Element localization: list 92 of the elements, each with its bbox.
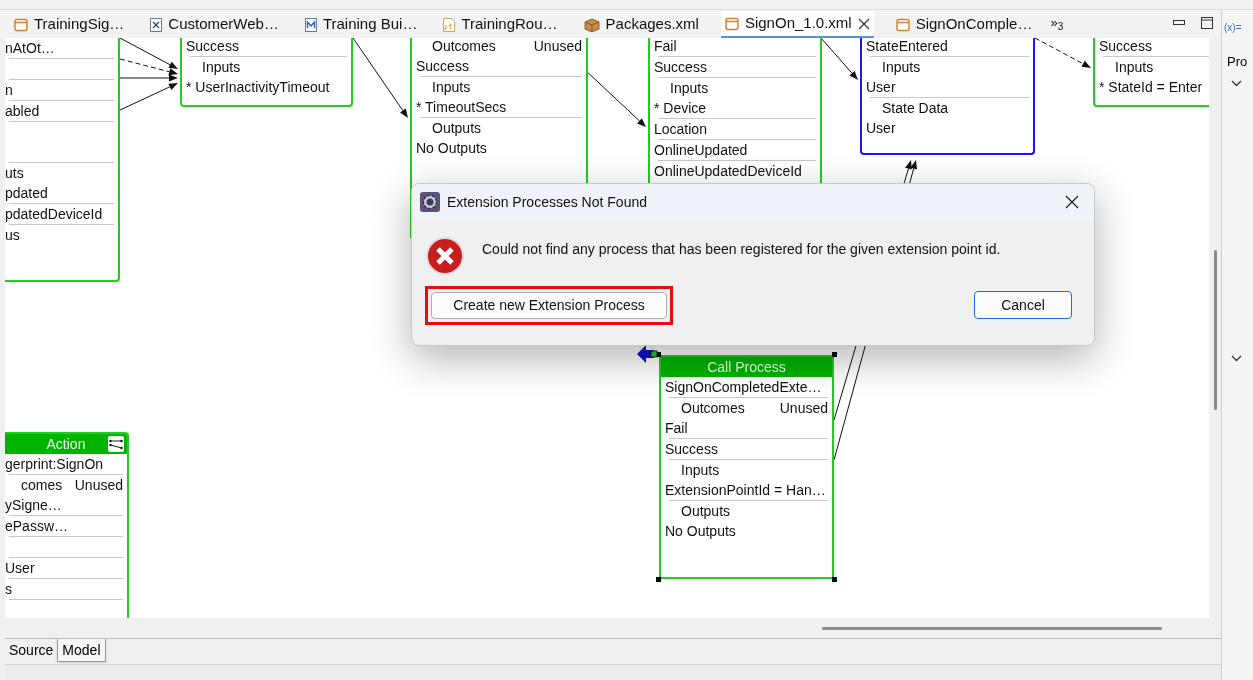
process-node[interactable]: Success Inputs * StateId = Enter [1093,38,1209,107]
node-row-text: uts [5,164,25,183]
panel-heading: Pro [1226,53,1249,71]
node-row-text: * TimeoutSecs [416,98,508,117]
editor-tab[interactable]: Packages.xml [579,11,703,38]
node-row-text: abled [5,102,41,121]
node-row-text: OnlineUpdated [654,141,749,160]
node-header: Action [5,434,127,454]
section-heading: Inputs [201,58,242,77]
window-icon [895,17,910,32]
section-heading: Outcomes [680,399,745,418]
node-row-text: No Outputs [665,522,737,541]
node-row-text: gerprint:SignOn [5,455,105,474]
process-node[interactable]: StateEntered Inputs User State Data User [860,38,1035,155]
node-row-text: ePassw… [5,517,70,536]
node-row-text: Success [665,440,719,459]
variables-label[interactable]: (x)= [1222,10,1253,35]
editor-tab[interactable]: TrainingSig… [10,11,129,38]
resize-handle[interactable] [656,577,661,582]
node-row-text: ySigne… [5,496,63,515]
dialog-button[interactable]: Create new Extension Process [431,291,667,319]
section-heading: Inputs [680,461,721,480]
node-row-text: pdatedDeviceId [5,205,104,224]
node-row-text: * Device [654,99,708,118]
box-icon [583,17,600,32]
section-heading: Unused [74,476,123,495]
node-row-text: OnlineUpdatedDeviceId [654,162,803,181]
node-row-text: Fail [654,38,678,56]
section-heading: Unused [779,399,828,418]
node-header: Call Process [661,357,832,377]
node-row-text: User [5,559,36,578]
chevron-down-icon[interactable] [1231,354,1242,362]
node-row-text: pdated [5,184,49,203]
section-heading: State Data [881,99,950,118]
node-row-text: User [866,119,897,138]
node-row-text: Fail [665,419,689,438]
node-row-text: us [5,226,21,245]
node-row-text: Success [186,38,240,56]
editor-tab[interactable]: CustomerWeb… [146,11,283,38]
minimize-icon[interactable] [1173,20,1185,26]
editor-tab[interactable]: Training Bui… [300,11,422,38]
node-row-text: StateEntered [866,38,949,56]
window-icon [14,17,28,32]
process-node[interactable]: nAtOt… n abled uts pdated pdatedDeviceId us [5,38,120,282]
error-icon [425,236,465,276]
section-heading: Outputs [431,119,483,138]
scrollbar-thumb[interactable] [1213,250,1217,410]
close-icon[interactable] [857,17,870,30]
chevron-down-icon[interactable] [1231,79,1242,87]
dialog-message: Could not find any process that has been registered for the given extension point id. [482,239,1001,259]
node-row-text: SignOnCompletedExte… [665,378,823,397]
editor-tab[interactable]: SignOn_1.0.xml [720,11,874,38]
node-row-text: * StateId = Enter [1099,78,1204,97]
node-row-text: ExtensionPointId = Han… [665,481,827,500]
section-heading: Inputs [881,58,922,77]
section-heading: Outcomes [431,38,496,56]
node-row-text: n [5,81,14,100]
section-heading: Outputs [680,502,732,521]
process-node[interactable]: Call Process SignOnCompletedExte… Outcomes Unused Fail Success Inputs ExtensionPointId = Han… Outputs No Outputs [659,355,834,579]
resize-handle[interactable] [832,577,837,582]
process-node[interactable]: Success Inputs * UserInactivityTimeout [180,38,353,107]
section-heading: Inputs [431,78,472,97]
process-node[interactable]: Action gerprint:SignOn comes Unused ySigne… ePassw… User s [5,432,129,618]
editor-mode-tab[interactable]: Source [5,639,58,662]
resize-handle[interactable] [832,352,837,357]
node-row-text: Location [654,120,708,139]
editor-tab[interactable]: TrainingRou… [439,11,562,38]
window-icon [724,16,739,31]
node-row-text: s [5,580,13,599]
maximize-icon[interactable] [1201,17,1213,29]
node-row-text: User [866,78,897,97]
section-heading: Inputs [1114,58,1155,77]
connector-arrow [1034,38,1091,68]
document-icon [304,17,317,32]
node-row-text: * UserInactivityTimeout [186,78,331,97]
section-heading: comes [20,476,63,495]
gear-icon [420,192,440,212]
node-row-text: Success [1099,38,1153,56]
node-row-text: Success [654,58,708,77]
dialog-button[interactable]: Cancel [974,291,1072,319]
editor-mode-tab[interactable]: Model [57,639,106,662]
close-icon[interactable] [1065,195,1079,209]
section-heading: Inputs [669,79,710,98]
section-heading: Unused [533,38,582,56]
node-row-text: nAtOt… [5,39,56,58]
scrollbar-thumb[interactable] [822,626,1162,630]
document-icon [150,17,163,32]
node-row-text: No Outputs [416,139,488,158]
node-row-text: Success [416,57,470,76]
script-file-icon [443,17,456,32]
connector-arrow [820,38,858,80]
editor-tab[interactable]: SignOnComple… [891,11,1037,38]
